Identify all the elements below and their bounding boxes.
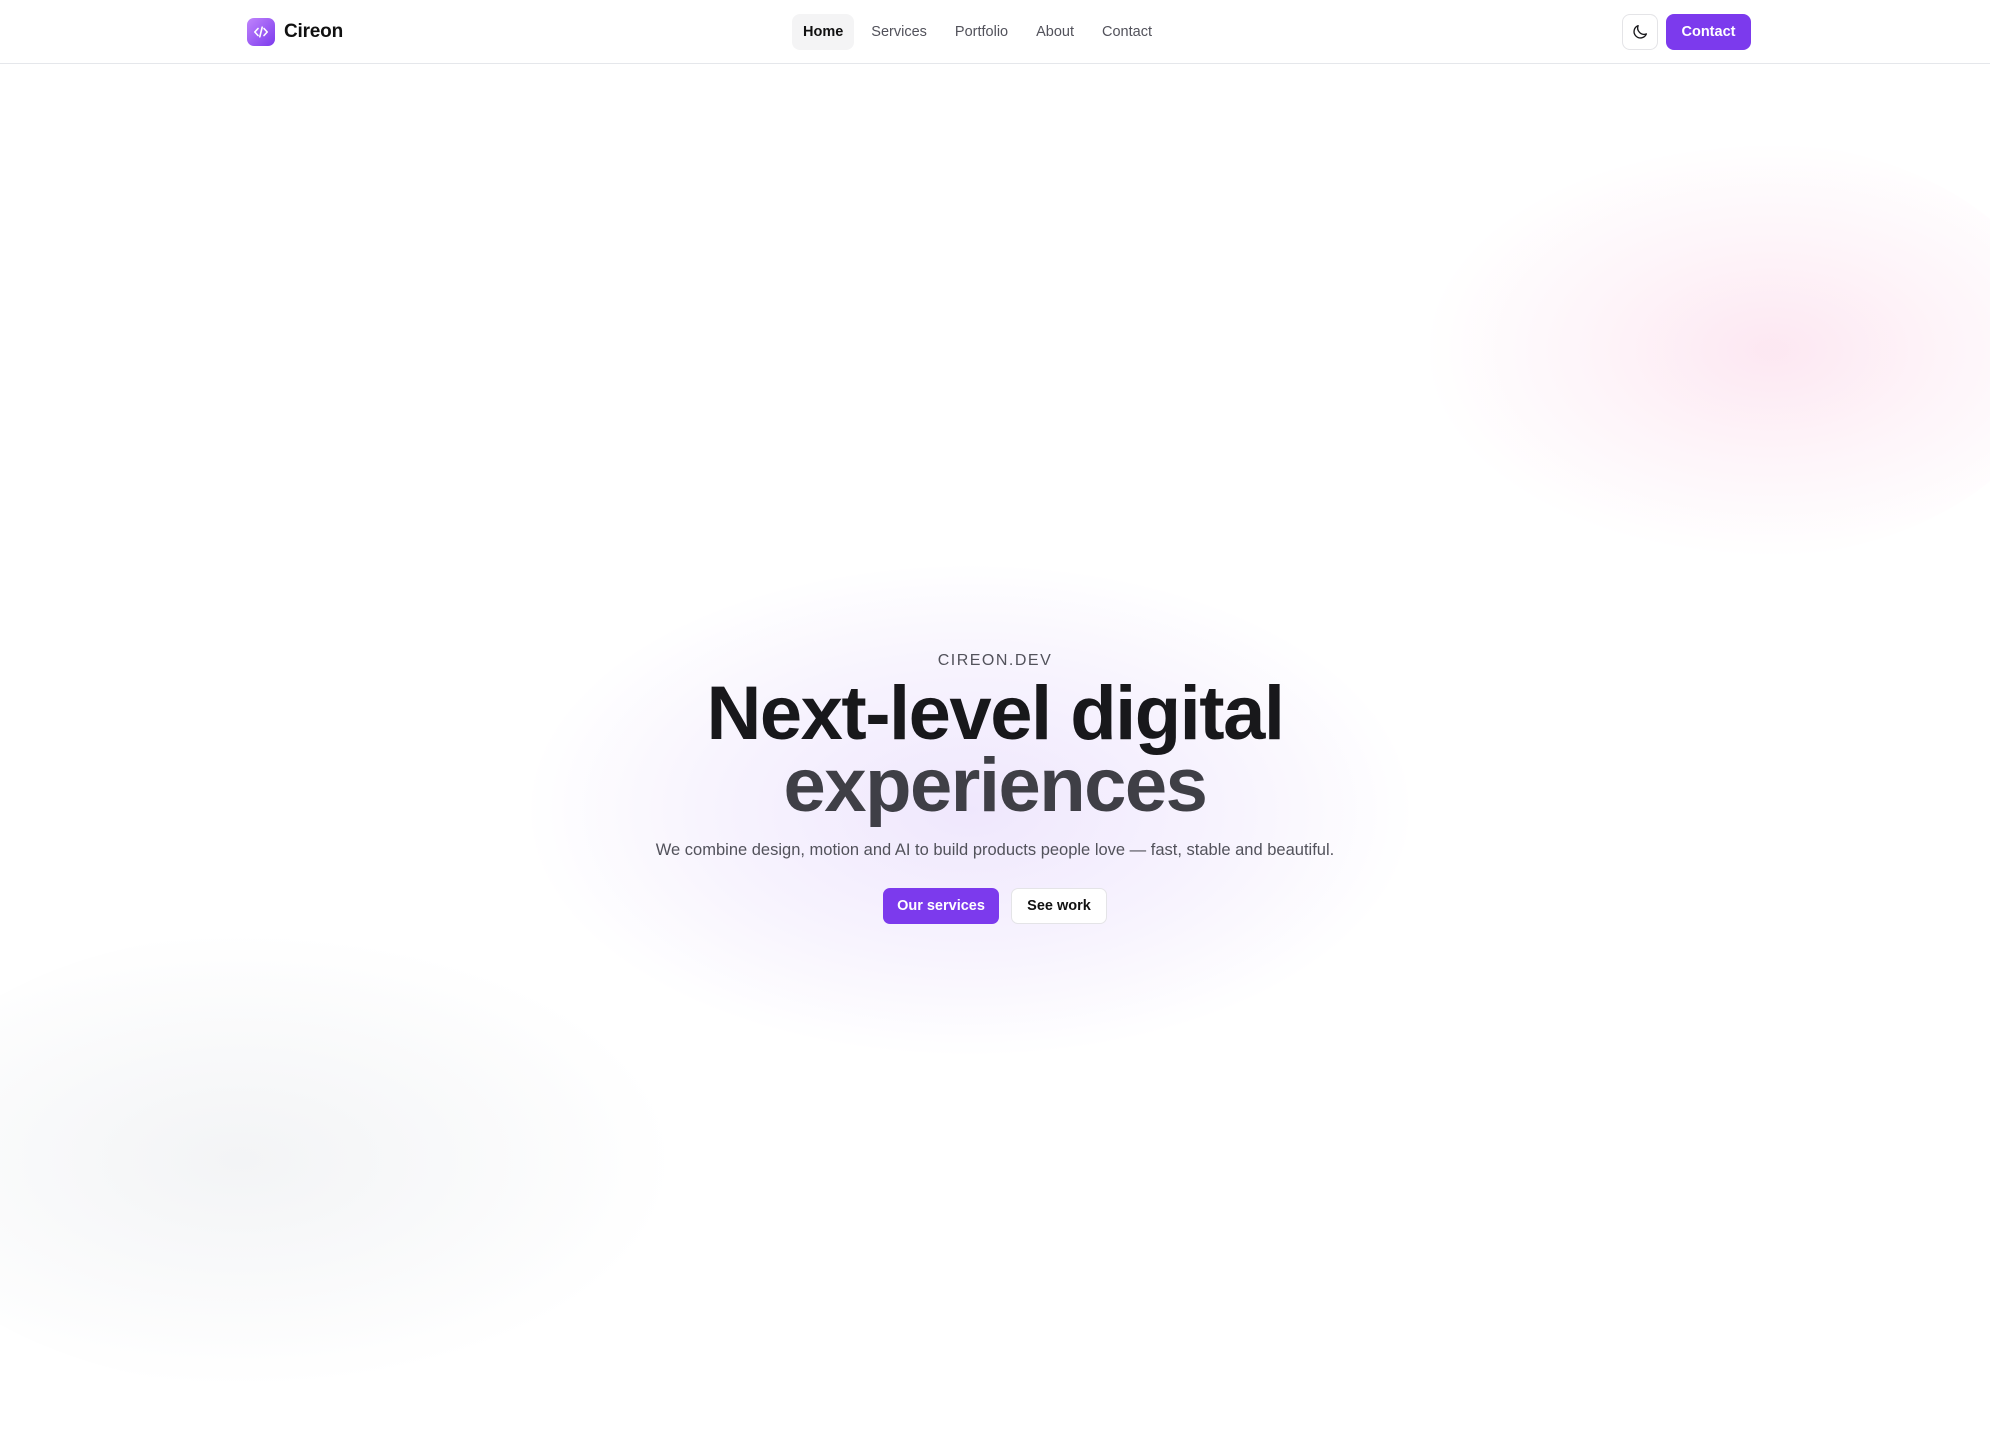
header-contact-button[interactable]: Contact: [1666, 14, 1751, 50]
moon-icon: [1631, 23, 1649, 41]
hero-headline-line-2: experiences: [783, 743, 1208, 828]
background-glow-slate: [0, 930, 680, 1390]
background-glow-pink: [1420, 140, 1990, 560]
hero-section: CIREON.DEV Next-level digital experience…: [0, 650, 1990, 924]
hero-eyebrow: CIREON.DEV: [937, 652, 1053, 669]
hero-headline: Next-level digital experiences: [0, 671, 1990, 828]
nav-item-contact[interactable]: Contact: [1091, 14, 1163, 50]
nav-item-portfolio[interactable]: Portfolio: [944, 14, 1019, 50]
hero-cta-row: Our services See work: [0, 888, 1990, 924]
page: Cireon Home Services Portfolio About Con…: [0, 0, 1990, 1440]
theme-toggle-button[interactable]: [1622, 14, 1658, 50]
main-nav: Home Services Portfolio About Contact: [792, 14, 1163, 50]
brand-logo-link[interactable]: Cireon: [247, 18, 343, 46]
hero-subtitle: We combine design, motion and AI to buil…: [655, 841, 1335, 859]
nav-item-home[interactable]: Home: [792, 14, 855, 50]
nav-item-services[interactable]: Services: [860, 14, 938, 50]
our-services-button[interactable]: Our services: [883, 888, 999, 924]
site-header: Cireon Home Services Portfolio About Con…: [0, 0, 1990, 64]
hero-headline-line-1: Next-level digital: [706, 671, 1285, 756]
code-icon: [247, 18, 275, 46]
nav-item-about[interactable]: About: [1025, 14, 1085, 50]
brand-name: Cireon: [284, 21, 343, 42]
see-work-button[interactable]: See work: [1011, 888, 1107, 924]
